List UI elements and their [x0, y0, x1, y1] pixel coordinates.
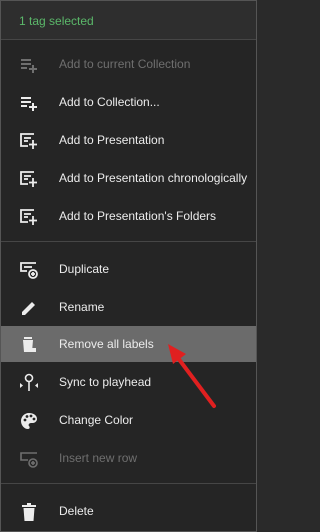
menu-item-label: Insert new row	[59, 451, 138, 465]
trash-icon	[22, 503, 36, 521]
pencil-icon	[22, 302, 35, 315]
presentation-add-icon	[20, 171, 37, 187]
playlist-add-icon	[21, 59, 37, 73]
duplicate-icon	[20, 262, 38, 279]
menu-item-add-to-presentation-chronologically[interactable]: Add to Presentation chronologically	[1, 160, 256, 196]
playlist-add-icon	[21, 97, 37, 111]
menu-item-label: Add to Presentation	[59, 133, 165, 147]
menu-item-add-to-collection[interactable]: Add to Collection...	[1, 84, 256, 120]
menu-item-label: Add to Collection...	[59, 95, 160, 109]
remove-labels-icon	[23, 337, 36, 352]
presentation-add-icon	[20, 209, 37, 225]
context-menu: 1 tag selected Add to current Collection…	[0, 0, 257, 532]
menu-item-duplicate[interactable]: Duplicate	[1, 251, 256, 287]
divider	[1, 241, 256, 242]
menu-item-add-to-current-collection: Add to current Collection	[1, 46, 256, 82]
menu-item-label: Add to Presentation's Folders	[59, 209, 217, 223]
menu-item-label: Add to current Collection	[59, 57, 191, 71]
sync-playhead-icon	[20, 373, 38, 391]
menu-item-remove-all-labels[interactable]: Remove all labels	[1, 326, 256, 362]
menu-item-label: Duplicate	[59, 262, 110, 276]
menu-item-add-to-presentation-folders[interactable]: Add to Presentation's Folders	[1, 198, 256, 234]
selection-count: 1 tag selected	[19, 14, 94, 28]
menu-item-label: Delete	[59, 504, 94, 518]
palette-icon	[21, 413, 37, 429]
divider	[1, 483, 256, 484]
menu-item-label: Rename	[59, 300, 105, 314]
menu-item-delete[interactable]: Delete	[1, 493, 256, 529]
insert-row-icon	[20, 452, 38, 468]
menu-item-sync-to-playhead[interactable]: Sync to playhead	[1, 364, 256, 400]
menu-header: 1 tag selected	[1, 1, 256, 39]
menu-item-change-color[interactable]: Change Color	[1, 402, 256, 438]
menu-item-label: Add to Presentation chronologically	[59, 171, 248, 185]
menu-item-label: Change Color	[59, 413, 134, 427]
menu-item-add-to-presentation[interactable]: Add to Presentation	[1, 122, 256, 158]
menu-item-label: Sync to playhead	[59, 375, 152, 389]
menu-item-label: Remove all labels	[59, 337, 154, 351]
menu-item-rename[interactable]: Rename	[1, 289, 256, 325]
divider	[1, 39, 256, 40]
menu-item-insert-new-row: Insert new row	[1, 440, 256, 476]
presentation-add-icon	[20, 133, 37, 149]
